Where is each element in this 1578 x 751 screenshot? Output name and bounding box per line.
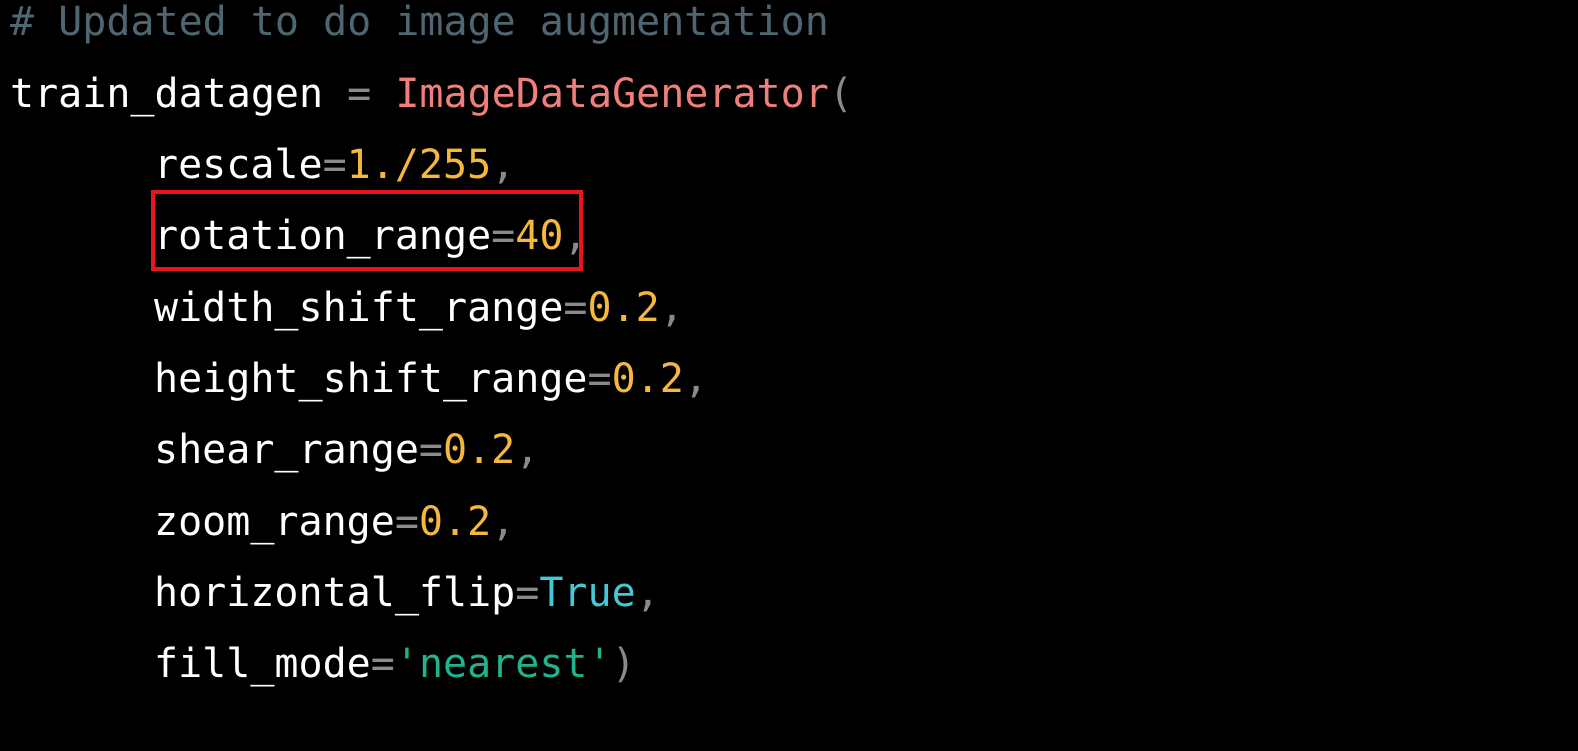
param-value: nearest — [418, 641, 588, 687]
code-line-param: horizontal_flip=True, — [154, 565, 660, 621]
equals-sign: = — [418, 427, 443, 473]
comma: , — [635, 570, 660, 616]
class-name: ImageDataGenerator — [395, 71, 829, 117]
highlight-box — [151, 190, 583, 271]
comma: , — [491, 499, 516, 545]
equals-sign: = — [370, 641, 395, 687]
variable-name: train_datagen — [10, 71, 324, 117]
comment-text: # Updated to do image augmentation — [10, 0, 829, 45]
param-name: rescale — [154, 142, 323, 188]
param-name: horizontal_flip — [154, 570, 516, 616]
assign-operator: = — [323, 71, 396, 117]
string-quote: ' — [587, 641, 612, 687]
equals-sign: = — [515, 570, 540, 616]
close-paren: ) — [611, 641, 636, 687]
param-name: height_shift_range — [154, 356, 588, 402]
param-name: zoom_range — [154, 499, 395, 545]
code-line-param: width_shift_range=0.2, — [154, 280, 684, 336]
code-line-param: fill_mode='nearest') — [154, 636, 636, 692]
param-value: 0.2 — [443, 427, 516, 473]
param-name: width_shift_range — [154, 285, 564, 331]
equals-sign: = — [587, 356, 612, 402]
code-line-comment: # Updated to do image augmentation — [10, 0, 829, 50]
param-value: 0.2 — [418, 499, 492, 545]
comma: , — [683, 356, 708, 402]
param-value: True — [539, 570, 636, 616]
code-line-param: zoom_range=0.2, — [154, 494, 515, 550]
open-paren: ( — [828, 71, 853, 117]
code-view: # Updated to do image augmentation train… — [0, 0, 1578, 751]
param-value: 1./255 — [346, 142, 492, 188]
comma: , — [491, 142, 516, 188]
code-line-assignment: train_datagen = ImageDataGenerator( — [10, 66, 853, 122]
equals-sign: = — [563, 285, 588, 331]
code-line-param: rescale=1./255, — [154, 137, 515, 193]
code-line-param: height_shift_range=0.2, — [154, 351, 708, 407]
equals-sign: = — [322, 142, 347, 188]
equals-sign: = — [394, 499, 419, 545]
string-quote: ' — [394, 641, 419, 687]
comma: , — [515, 427, 540, 473]
code-line-param: shear_range=0.2, — [154, 422, 539, 478]
param-value: 0.2 — [587, 285, 660, 331]
comma: , — [659, 285, 684, 331]
param-name: fill_mode — [154, 641, 371, 687]
param-value: 0.2 — [611, 356, 684, 402]
param-name: shear_range — [154, 427, 419, 473]
